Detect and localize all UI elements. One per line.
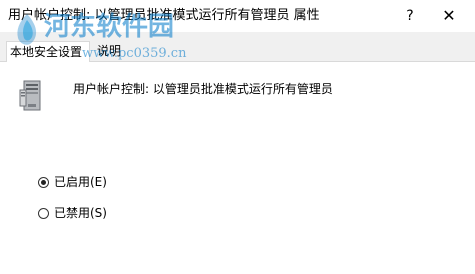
disabled-label: 已禁用(S) [54, 206, 107, 220]
tab-label: 说明 [96, 44, 121, 58]
title-bar: 用户帐户控制: 以管理员批准模式运行所有管理员 属性 ? ✕ [0, 0, 475, 32]
computer-tower-icon [19, 80, 41, 111]
help-button[interactable]: ? [400, 6, 420, 26]
enabled-radio[interactable] [38, 176, 49, 188]
disabled-radio[interactable] [38, 207, 49, 219]
enabled-option[interactable]: 已启用(E) [38, 173, 107, 191]
window-title: 用户帐户控制: 以管理员批准模式运行所有管理员 属性 [8, 8, 320, 23]
close-button[interactable]: ✕ [433, 4, 465, 28]
tab-explain[interactable]: 说明 [92, 41, 126, 62]
tab-label: 本地安全设置 [10, 45, 83, 59]
properties-dialog: 用户帐户控制: 以管理员批准模式运行所有管理员 属性 ? ✕ 本地安全设置 说明… [0, 0, 475, 274]
disabled-option[interactable]: 已禁用(S) [38, 204, 107, 222]
enabled-label: 已启用(E) [54, 175, 107, 189]
tab-local-security-setting[interactable]: 本地安全设置 [6, 41, 90, 62]
policy-name: 用户帐户控制: 以管理员批准模式运行所有管理员 [73, 82, 333, 96]
